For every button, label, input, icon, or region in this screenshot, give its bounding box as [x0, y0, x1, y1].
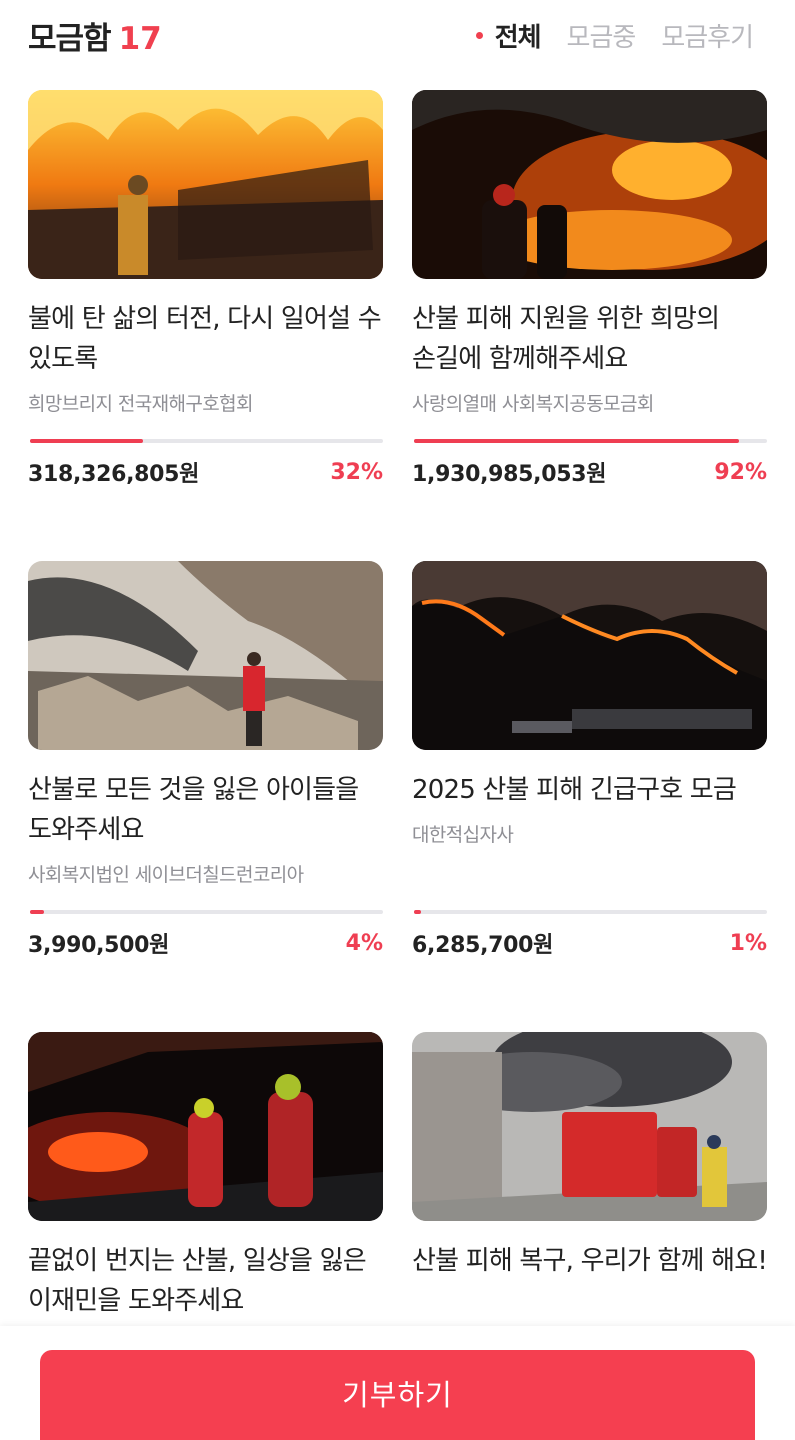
- progress-fill: [414, 910, 422, 914]
- campaign-image: [28, 561, 383, 750]
- campaign-card[interactable]: 산불 피해 지원을 위한 희망의 손길에 함께해주세요 사랑의열매 사회복지공동…: [412, 90, 767, 561]
- campaign-card[interactable]: 산불로 모든 것을 잃은 아이들을 도와주세요 사회복지법인 세이브더칠드런코리…: [28, 561, 383, 1032]
- raised-amount: 1,930,985,053원: [412, 462, 607, 487]
- campaign-title: 끝없이 번지는 산불, 일상을 잃은 이재민을 도와주세요: [28, 1246, 367, 1316]
- campaign-title: 산불 피해 지원을 위한 희망의 손길에 함께해주세요: [412, 304, 720, 374]
- campaign-image: [28, 90, 383, 279]
- progress-bar: [30, 910, 383, 914]
- tab-all-label: 전체: [494, 22, 542, 53]
- progress-bar: [414, 439, 767, 443]
- campaign-grid: 불에 탄 삶의 터전, 다시 일어설 수 있도록 희망브리지 전국재해구호협회 …: [28, 90, 768, 1440]
- donate-button[interactable]: 기부하기: [40, 1350, 755, 1440]
- campaign-card[interactable]: 2025 산불 피해 긴급구호 모금 대한적십자사 6,285,700원 1%: [412, 561, 767, 1032]
- campaign-title: 산불로 모든 것을 잃은 아이들을 도와주세요: [28, 775, 359, 845]
- campaign-title: 불에 탄 삶의 터전, 다시 일어설 수 있도록: [28, 304, 382, 374]
- tab-ongoing-label: 모금중: [566, 22, 637, 53]
- fundraising-list-page: 모금함 17 전체 모금중 모금후기 불에 탄 삶의 터전, 다시 일어설 수 …: [0, 0, 795, 1440]
- progress-percent: 1%: [729, 930, 767, 956]
- tab-all[interactable]: 전체: [475, 17, 542, 54]
- progress-bar: [30, 439, 383, 443]
- tab-ongoing[interactable]: 모금중: [566, 17, 637, 54]
- progress-percent: 4%: [345, 930, 383, 956]
- raised-amount: 3,990,500원: [28, 933, 170, 958]
- raised-amount: 6,285,700원: [412, 933, 554, 958]
- filter-tabs: 전체 모금중 모금후기: [475, 17, 767, 54]
- progress-bar: [414, 910, 767, 914]
- campaign-title: 산불 피해 복구, 우리가 함께 해요!: [412, 1246, 768, 1276]
- page-title-group: 모금함 17: [28, 13, 162, 58]
- amount-row: 1,930,985,053원 92%: [412, 456, 767, 488]
- campaign-organization: 사랑의열매 사회복지공동모금회: [412, 393, 654, 415]
- campaign-image: [412, 90, 767, 279]
- progress-fill: [30, 910, 45, 914]
- campaign-image: [412, 561, 767, 750]
- campaign-image: [28, 1032, 383, 1221]
- amount-row: 3,990,500원 4%: [28, 927, 383, 959]
- active-dot-icon: [475, 31, 483, 39]
- header: 모금함 17 전체 모금중 모금후기: [0, 0, 795, 70]
- raised-amount: 318,326,805원: [28, 462, 200, 487]
- progress-percent: 32%: [330, 459, 383, 485]
- page-title: 모금함: [28, 20, 112, 57]
- campaign-card[interactable]: 불에 탄 삶의 터전, 다시 일어설 수 있도록 희망브리지 전국재해구호협회 …: [28, 90, 383, 561]
- tab-reviews-label: 모금후기: [661, 22, 754, 53]
- campaign-count: 17: [118, 20, 162, 57]
- campaign-organization: 희망브리지 전국재해구호협회: [28, 393, 253, 415]
- amount-row: 6,285,700원 1%: [412, 927, 767, 959]
- progress-fill: [30, 439, 143, 443]
- progress-percent: 92%: [714, 459, 767, 485]
- tab-reviews[interactable]: 모금후기: [661, 17, 754, 54]
- bottom-bar: 기부하기: [0, 1326, 795, 1440]
- campaign-organization: 사회복지법인 세이브더칠드런코리아: [28, 864, 304, 886]
- campaign-organization: 대한적십자사: [412, 824, 514, 846]
- amount-row: 318,326,805원 32%: [28, 456, 383, 488]
- campaign-image: [412, 1032, 767, 1221]
- campaign-title: 2025 산불 피해 긴급구호 모금: [412, 775, 737, 805]
- progress-fill: [414, 439, 739, 443]
